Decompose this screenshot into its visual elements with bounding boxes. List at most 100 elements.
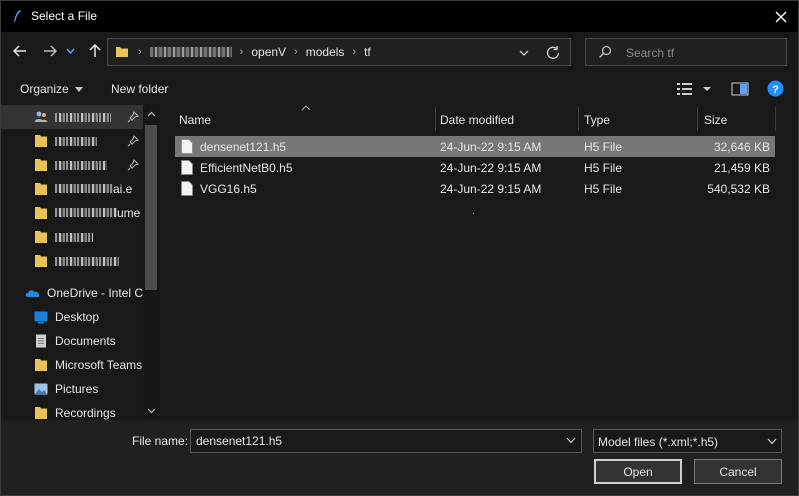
- table-row[interactable]: EfficientNetB0.h5 24-Jun-22 9:15 AM H5 F…: [175, 157, 775, 178]
- pin-icon: [127, 135, 139, 147]
- file-name: VGG16.h5: [200, 182, 257, 196]
- preview-pane-icon[interactable]: [731, 81, 749, 97]
- chevron-down-icon[interactable]: [566, 437, 576, 444]
- table-row[interactable]: densenet121.h5 24-Jun-22 9:15 AM H5 File…: [175, 136, 775, 157]
- organize-button[interactable]: Organize: [20, 82, 83, 96]
- chevron-down-icon[interactable]: [516, 45, 532, 61]
- folder-icon: [35, 183, 47, 195]
- folder-icon: [35, 231, 47, 243]
- documents-icon: [36, 334, 46, 348]
- close-button[interactable]: [764, 1, 798, 32]
- folder-icon: [35, 135, 47, 147]
- sidebar-item-label: ume: [55, 206, 140, 220]
- sidebar-item-label: Microsoft Teams: [55, 358, 143, 372]
- breadcrumb: › › openV › models › tf: [138, 45, 371, 59]
- sidebar-item-user[interactable]: [1, 105, 143, 129]
- sidebar-item-recordings[interactable]: Recordings: [1, 401, 143, 420]
- sidebar-item-onedrive[interactable]: OneDrive - Intel C: [1, 281, 143, 305]
- breadcrumb-separator: ›: [294, 46, 298, 58]
- forward-button[interactable]: [39, 40, 61, 62]
- file-date: 24-Jun-22 9:15 AM: [440, 161, 542, 175]
- sidebar-item-label: Recordings: [55, 406, 116, 420]
- up-button[interactable]: [84, 40, 106, 62]
- sidebar-item-pinned-2[interactable]: [1, 153, 143, 177]
- breadcrumb-item-redacted[interactable]: [149, 47, 232, 57]
- search-icon: [599, 45, 612, 58]
- file-name-input[interactable]: [190, 429, 582, 453]
- search-box[interactable]: Search tf: [585, 38, 787, 66]
- sidebar-scrollbar[interactable]: [143, 105, 160, 420]
- sidebar-item-pictures[interactable]: Pictures: [1, 377, 143, 401]
- close-icon: [775, 11, 787, 22]
- sidebar-item-pinned-1[interactable]: [1, 129, 143, 153]
- column-divider[interactable]: [435, 107, 436, 131]
- file-type-select[interactable]: Model files (*.xml;*.h5): [593, 429, 782, 453]
- sidebar-item-microsoft-teams[interactable]: Microsoft Teams: [1, 353, 143, 377]
- column-divider[interactable]: [697, 107, 698, 131]
- sidebar-item-pinned-5[interactable]: [1, 225, 143, 249]
- file-icon: [181, 139, 193, 154]
- column-divider[interactable]: [775, 107, 776, 131]
- caret-down-icon: [74, 87, 83, 93]
- folder-icon: [35, 159, 47, 171]
- folder-icon: [35, 207, 47, 219]
- sidebar-item-label-redacted: [55, 136, 97, 146]
- sidebar-item-label: Documents: [55, 334, 116, 348]
- breadcrumb-item-tf[interactable]: tf: [364, 45, 371, 59]
- cancel-button[interactable]: Cancel: [694, 459, 782, 484]
- table-row[interactable]: VGG16.h5 24-Jun-22 9:15 AM H5 File 540,5…: [175, 178, 775, 199]
- arrow-right-icon: [44, 45, 57, 57]
- sidebar-item-label-redacted: [55, 232, 93, 242]
- desktop-icon: [34, 311, 48, 324]
- chevron-down-icon[interactable]: [147, 406, 156, 415]
- file-name-label: File name:: [132, 434, 189, 448]
- open-button[interactable]: Open: [594, 459, 682, 484]
- breadcrumb-item-openv[interactable]: openV: [251, 45, 286, 59]
- user-icon: [34, 111, 48, 122]
- folder-icon: [35, 359, 47, 371]
- sidebar-item-desktop[interactable]: Desktop: [1, 305, 143, 329]
- chevron-down-icon: [767, 438, 777, 445]
- sidebar-item-pinned-4[interactable]: ume: [1, 201, 143, 225]
- onedrive-icon: [25, 290, 40, 297]
- file-type-selected: Model files (*.xml;*.h5): [598, 435, 719, 449]
- view-options-icon[interactable]: [676, 81, 716, 97]
- column-header-size[interactable]: Size: [704, 105, 727, 133]
- file-size: 32,646 KB: [713, 140, 770, 154]
- search-placeholder: Search tf: [626, 46, 675, 60]
- sidebar-item-label-redacted: [55, 112, 111, 122]
- column-header-name[interactable]: Name: [179, 105, 211, 133]
- navigation-pane: ai.e ume OneDrive - Intel C Desktop Docu…: [1, 105, 160, 420]
- organize-label: Organize: [20, 82, 69, 96]
- column-header-type[interactable]: Type: [584, 105, 610, 133]
- refresh-icon[interactable]: [544, 44, 562, 62]
- sort-ascending-icon: [301, 105, 311, 111]
- pin-icon: [127, 111, 139, 123]
- file-list: Name Date modified Type Size densenet121…: [161, 105, 798, 420]
- breadcrumb-item-models[interactable]: models: [306, 45, 345, 59]
- address-bar[interactable]: › › openV › models › tf: [107, 38, 571, 66]
- dialog-footer: File name: Model files (*.xml;*.h5) Open…: [1, 420, 798, 495]
- file-date: 24-Jun-22 9:15 AM: [440, 182, 542, 196]
- help-icon[interactable]: ?: [767, 80, 784, 97]
- scroll-thumb[interactable]: [145, 125, 157, 290]
- folder-icon: [35, 255, 47, 267]
- new-folder-button[interactable]: New folder: [111, 82, 168, 96]
- sidebar-item-pinned-6[interactable]: [1, 249, 143, 273]
- breadcrumb-separator: ›: [138, 46, 142, 58]
- sidebar-item-pinned-3[interactable]: ai.e: [1, 177, 143, 201]
- arrow-up-icon: [89, 44, 101, 57]
- file-date: 24-Jun-22 9:15 AM: [440, 140, 542, 154]
- chevron-up-icon[interactable]: [147, 110, 156, 119]
- sidebar-item-documents[interactable]: Documents: [1, 329, 143, 353]
- file-dialog: Select a File › › openV › models › tf Se…: [0, 0, 799, 496]
- sidebar-item-label-redacted: [55, 160, 107, 170]
- recent-locations-button[interactable]: [63, 40, 77, 62]
- column-divider[interactable]: [578, 107, 579, 131]
- back-button[interactable]: [9, 40, 31, 62]
- file-size: 540,532 KB: [707, 182, 770, 196]
- column-header-date[interactable]: Date modified: [440, 105, 514, 133]
- toolbar: Organize New folder ?: [1, 72, 798, 105]
- arrow-left-icon: [13, 45, 26, 57]
- sidebar-item-label: OneDrive - Intel C: [47, 286, 144, 300]
